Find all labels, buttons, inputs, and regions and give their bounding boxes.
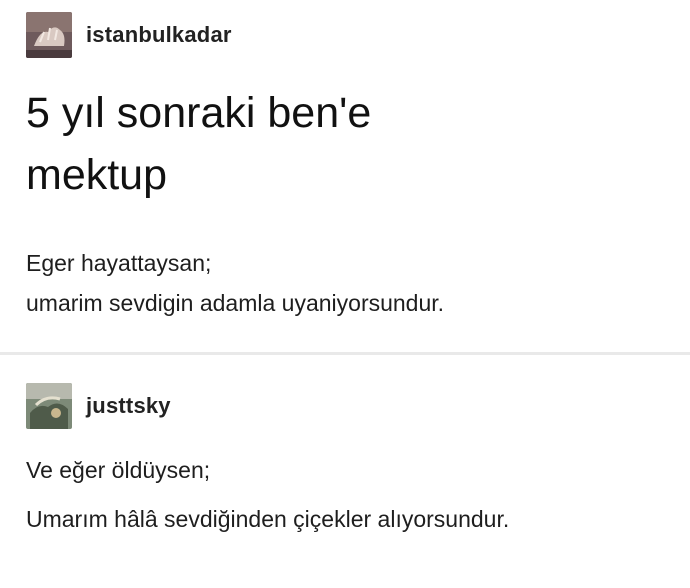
post-body-line: Ve eğer öldüysen; [26,457,211,483]
username[interactable]: justtsky [86,393,171,419]
hand-icon [26,12,72,58]
post-body-line: Umarım hâlâ sevdiğinden çiçekler alıyors… [26,506,510,532]
post-title-line: mektup [26,151,168,199]
original-post: istanbulkadar 5 yıl sonraki ben'e mektup… [0,0,690,352]
avatar[interactable] [26,12,72,58]
username[interactable]: istanbulkadar [86,22,232,48]
post-header: istanbulkadar [26,12,232,58]
photo-icon [26,383,72,429]
post-title-line: 5 yıl sonraki ben'e [26,89,372,137]
reblog-post: justtsky Ve eğer öldüysen; Umarım hâlâ s… [0,355,690,588]
avatar[interactable] [26,383,72,429]
post-body-line: Eger hayattaysan; [26,250,212,276]
post-body-line: umarim sevdigin adamla uyaniyorsundur. [26,290,445,316]
post-title: 5 yıl sonraki ben'e mektup [26,82,646,206]
post-header: justtsky [26,383,171,429]
